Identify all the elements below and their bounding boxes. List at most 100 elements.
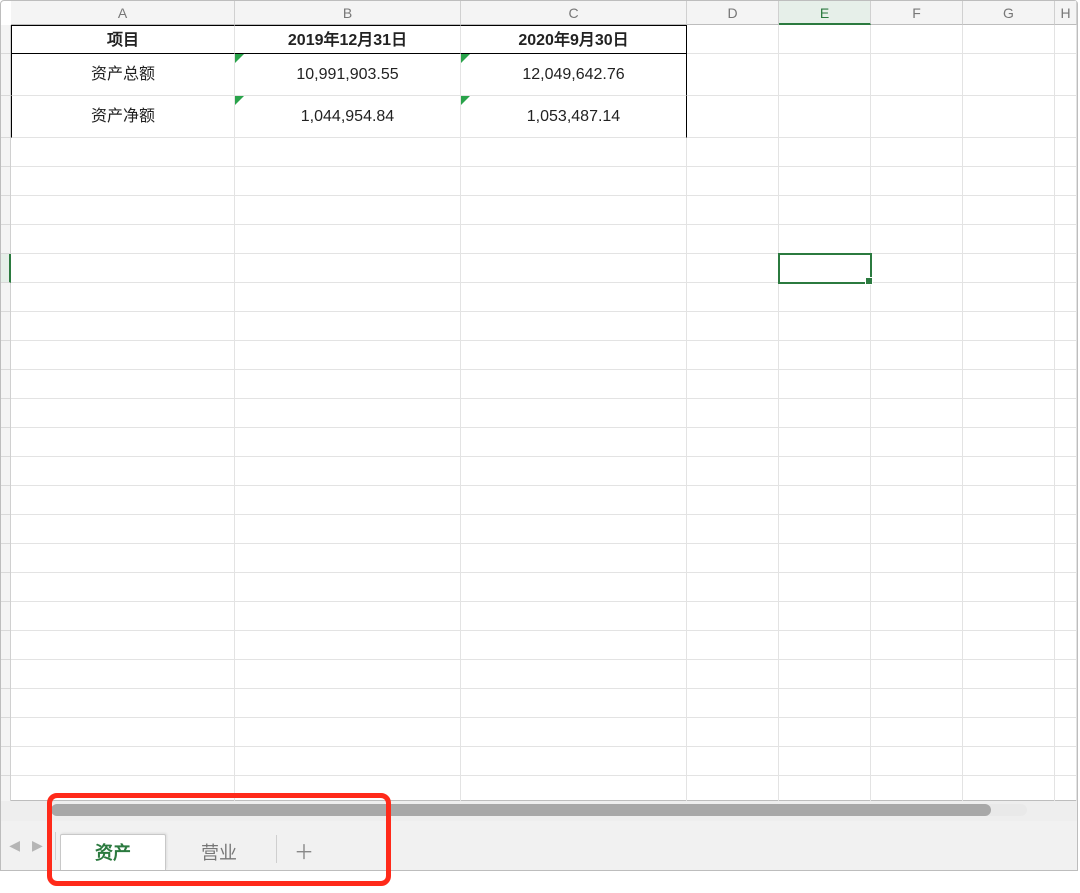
cell-D11[interactable] (687, 341, 779, 370)
cell-A17[interactable] (11, 515, 235, 544)
cell-F17[interactable] (871, 515, 963, 544)
cell-F24[interactable] (871, 718, 963, 747)
cell-E4[interactable] (779, 138, 871, 167)
cell-C5[interactable] (461, 167, 687, 196)
cell-A23[interactable] (11, 689, 235, 718)
cell-H5[interactable] (1055, 167, 1077, 196)
cell-A1[interactable]: 项目 (11, 25, 235, 54)
tab-nav-prev-icon[interactable]: ◀ (9, 837, 20, 854)
cell-G2[interactable] (963, 54, 1055, 96)
cell-B16[interactable] (235, 486, 461, 515)
col-header-H[interactable]: H (1055, 1, 1077, 25)
cell-D7[interactable] (687, 225, 779, 254)
cell-E25[interactable] (779, 747, 871, 776)
cell-B24[interactable] (235, 718, 461, 747)
cell-H12[interactable] (1055, 370, 1077, 399)
cell-E23[interactable] (779, 689, 871, 718)
cell-B20[interactable] (235, 602, 461, 631)
cell-F10[interactable] (871, 312, 963, 341)
cell-F20[interactable] (871, 602, 963, 631)
cell-A24[interactable] (11, 718, 235, 747)
cell-A12[interactable] (11, 370, 235, 399)
cell-D23[interactable] (687, 689, 779, 718)
cell-E24[interactable] (779, 718, 871, 747)
cell-G12[interactable] (963, 370, 1055, 399)
col-header-C[interactable]: C (461, 1, 687, 25)
cell-F23[interactable] (871, 689, 963, 718)
scrollbar-thumb[interactable] (51, 804, 991, 816)
cell-D15[interactable] (687, 457, 779, 486)
cell-C24[interactable] (461, 718, 687, 747)
cell-G21[interactable] (963, 631, 1055, 660)
cell-B23[interactable] (235, 689, 461, 718)
cell-G13[interactable] (963, 399, 1055, 428)
cell-B7[interactable] (235, 225, 461, 254)
cell-G18[interactable] (963, 544, 1055, 573)
cell-H24[interactable] (1055, 718, 1077, 747)
cell-E11[interactable] (779, 341, 871, 370)
cell-G25[interactable] (963, 747, 1055, 776)
cell-C25[interactable] (461, 747, 687, 776)
col-header-G[interactable]: G (963, 1, 1055, 25)
cell-G4[interactable] (963, 138, 1055, 167)
cell-D4[interactable] (687, 138, 779, 167)
cell-A9[interactable] (11, 283, 235, 312)
cell-B4[interactable] (235, 138, 461, 167)
cell-F18[interactable] (871, 544, 963, 573)
cell-G15[interactable] (963, 457, 1055, 486)
cell-E10[interactable] (779, 312, 871, 341)
cell-F4[interactable] (871, 138, 963, 167)
cell-F5[interactable] (871, 167, 963, 196)
cell-D10[interactable] (687, 312, 779, 341)
cell-A18[interactable] (11, 544, 235, 573)
cell-E3[interactable] (779, 96, 871, 138)
cell-A7[interactable] (11, 225, 235, 254)
cell-F8[interactable] (871, 254, 963, 283)
cell-H20[interactable] (1055, 602, 1077, 631)
cell-B10[interactable] (235, 312, 461, 341)
cell-G14[interactable] (963, 428, 1055, 457)
cell-B2[interactable]: 10,991,903.55 (235, 54, 461, 96)
cell-C11[interactable] (461, 341, 687, 370)
cell-F22[interactable] (871, 660, 963, 689)
cell-C1[interactable]: 2020年9月30日 (461, 25, 687, 54)
active-cell-E8[interactable] (779, 254, 871, 283)
cell-H25[interactable] (1055, 747, 1077, 776)
cell-F7[interactable] (871, 225, 963, 254)
cell-C8[interactable] (461, 254, 687, 283)
cell-D19[interactable] (687, 573, 779, 602)
cell-G23[interactable] (963, 689, 1055, 718)
cell-B11[interactable] (235, 341, 461, 370)
cell-B14[interactable] (235, 428, 461, 457)
cell-A15[interactable] (11, 457, 235, 486)
cell-E19[interactable] (779, 573, 871, 602)
cell-D17[interactable] (687, 515, 779, 544)
horizontal-scrollbar[interactable] (0, 801, 1078, 821)
cell-B9[interactable] (235, 283, 461, 312)
cell-C22[interactable] (461, 660, 687, 689)
cell-C6[interactable] (461, 196, 687, 225)
cell-D14[interactable] (687, 428, 779, 457)
sheet-tab-assets[interactable]: 资产 (60, 834, 166, 870)
cell-C17[interactable] (461, 515, 687, 544)
cell-H15[interactable] (1055, 457, 1077, 486)
cell-A10[interactable] (11, 312, 235, 341)
cell-C4[interactable] (461, 138, 687, 167)
cell-D25[interactable] (687, 747, 779, 776)
col-header-D[interactable]: D (687, 1, 779, 25)
cell-A25[interactable] (11, 747, 235, 776)
cell-A22[interactable] (11, 660, 235, 689)
cell-F2[interactable] (871, 54, 963, 96)
grid[interactable]: 项目 2019年12月31日 2020年9月30日 资产总额 10,991,90… (11, 25, 1077, 802)
cell-B17[interactable] (235, 515, 461, 544)
cell-H21[interactable] (1055, 631, 1077, 660)
cell-C12[interactable] (461, 370, 687, 399)
cell-E16[interactable] (779, 486, 871, 515)
cell-D20[interactable] (687, 602, 779, 631)
cell-H17[interactable] (1055, 515, 1077, 544)
cell-B6[interactable] (235, 196, 461, 225)
cell-E21[interactable] (779, 631, 871, 660)
cell-A19[interactable] (11, 573, 235, 602)
cell-A6[interactable] (11, 196, 235, 225)
cell-G1[interactable] (963, 25, 1055, 54)
